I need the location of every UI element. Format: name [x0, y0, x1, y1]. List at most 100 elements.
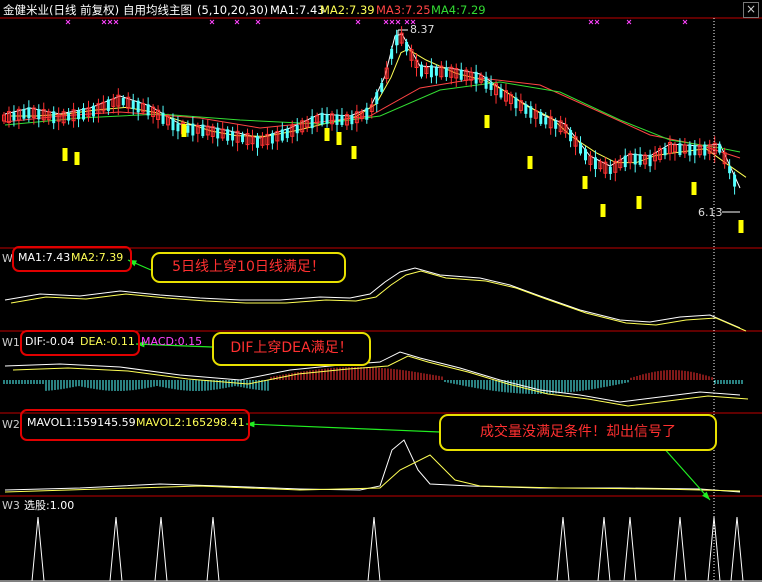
candle-body [429, 65, 433, 78]
selection-spike [623, 516, 637, 582]
candle-body [340, 114, 344, 125]
candle-body [474, 71, 478, 84]
dea-label: DEA:-0.11 [80, 335, 135, 348]
candle-body [579, 143, 583, 154]
candle-body [703, 144, 707, 156]
candle-body [499, 88, 503, 98]
selection-spike [730, 516, 744, 582]
candle-body [77, 110, 81, 120]
signal-marker [636, 196, 642, 209]
candle-body [583, 149, 587, 161]
callout-ma-cross: 5日线上穿10日线满足！ [151, 252, 346, 283]
macd-histogram [3, 367, 743, 394]
ma2-label: MA2:7.39 [320, 3, 375, 17]
low-price-label: 6.13 [698, 206, 723, 219]
yellow-signal-markers [62, 115, 744, 233]
candle-body [216, 127, 220, 139]
w1-panel-name: W1 [2, 336, 20, 349]
signal-marker [324, 128, 330, 141]
candle-body [350, 115, 354, 125]
candle-body [489, 82, 493, 90]
mavol1-label: MAVOL1:159145.59 [27, 416, 136, 429]
selection-spike [31, 516, 45, 582]
selection-spike [109, 516, 123, 582]
w2-panel-name: W2 [2, 418, 20, 431]
close-button[interactable]: × [743, 2, 759, 18]
selection-spike [154, 516, 168, 582]
macd-label: MACD:0.15 [141, 335, 203, 348]
w-ma2-line [10, 270, 747, 332]
candle-body [231, 131, 235, 141]
candle-body [285, 128, 289, 139]
signal-marker [527, 156, 533, 169]
ma4-label: MA4:7.29 [431, 3, 486, 17]
indicator-params: (5,10,20,30) [197, 3, 269, 17]
candle-body [325, 114, 329, 124]
mavol2-label: MAVOL2:165298.41 [136, 416, 245, 429]
signal-marker [181, 124, 187, 137]
candle-body [121, 97, 125, 106]
signal-marker [600, 204, 606, 217]
candle-body [310, 116, 314, 129]
candle-body [623, 155, 627, 168]
candle-body [280, 129, 284, 141]
candle-body [395, 34, 399, 46]
candle-body [718, 144, 722, 153]
candle-body [569, 130, 573, 142]
signal-marker [738, 220, 744, 233]
signal-marker [484, 115, 490, 128]
candle-body [544, 117, 548, 125]
ma1-label: MA1:7.43 [270, 3, 325, 17]
candle-body [270, 133, 274, 144]
candle-body [593, 157, 597, 170]
annotation-arrow [661, 445, 711, 501]
candle-body [22, 109, 26, 119]
stock-title: 金健米业(日线 前复权) [3, 3, 120, 17]
selection-spike [206, 516, 220, 582]
annotation-arrows [127, 259, 711, 501]
candle-body [365, 107, 369, 120]
candle-body [176, 123, 180, 132]
indicator-name: 自用均线主图 [123, 3, 192, 17]
candle-body [638, 154, 642, 165]
candle-body [524, 104, 528, 114]
ma4-line [4, 81, 741, 153]
selection-signal-spikes [0, 516, 762, 582]
candle-body [136, 100, 140, 113]
signal-marker [74, 152, 80, 165]
candle-body [444, 67, 448, 77]
candle-body [335, 114, 339, 125]
w-ma1-label: MA1:7.43 [18, 251, 71, 264]
candle-body [459, 69, 463, 80]
candle-body [161, 112, 165, 124]
callout-volume: 成交量没满足条件！却出信号了 [439, 414, 717, 451]
candle-body [380, 83, 384, 92]
candle-body [201, 124, 205, 137]
callout-macd-cross: DIF上穿DEA满足！ [212, 332, 371, 366]
candle-body [484, 76, 488, 89]
ma3-label: MA3:7.25 [376, 3, 431, 17]
candle-body [608, 166, 612, 174]
selection-label: 选股:1.00 [24, 499, 75, 512]
candle-body [693, 145, 697, 156]
candle-body [529, 106, 533, 118]
candle-body [241, 134, 245, 143]
high-price-label: 8.37 [410, 23, 435, 36]
candle-body [226, 129, 230, 141]
candle-body [27, 107, 31, 119]
signal-marker [336, 132, 342, 145]
chart-canvas [0, 17, 762, 582]
candle-body [37, 109, 41, 120]
candle-body [191, 123, 195, 136]
candle-body [434, 67, 438, 76]
signal-marker [582, 176, 588, 189]
candle-body [688, 144, 692, 156]
candle-body [390, 48, 394, 59]
candle-body [91, 105, 95, 117]
candle-body [419, 64, 423, 77]
w-ma2-label: MA2:7.39 [71, 251, 124, 264]
candle-body [320, 112, 324, 125]
selection-spike [367, 516, 381, 582]
candle-body [131, 100, 135, 109]
candle-body [539, 111, 543, 124]
